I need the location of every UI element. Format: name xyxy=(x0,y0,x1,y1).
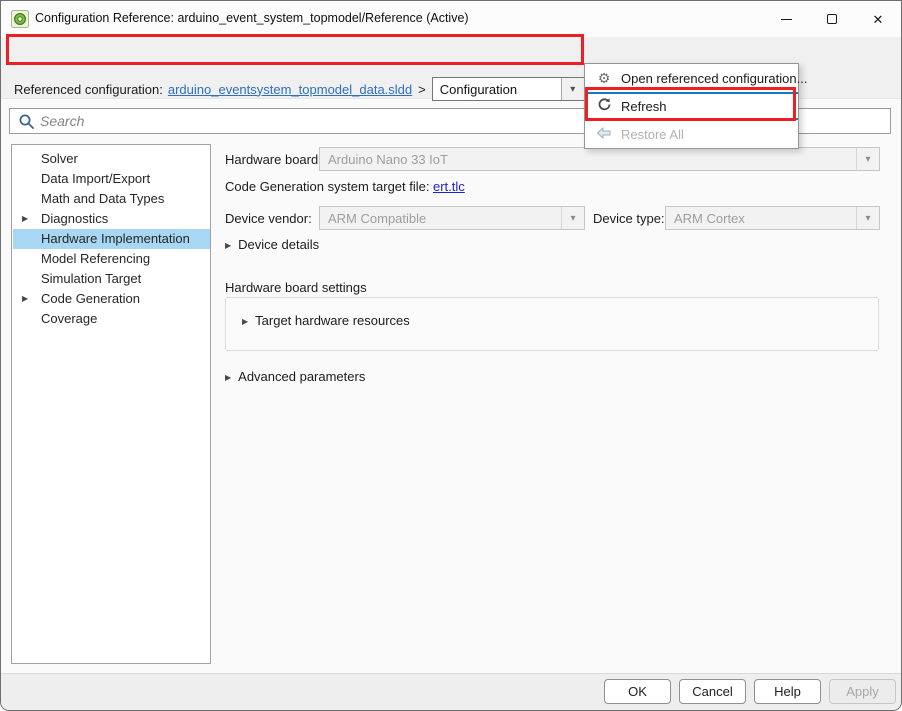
hardware-board-select[interactable]: Arduino Nano 33 IoT ▾ xyxy=(319,147,880,171)
tree-item-code-generation[interactable]: ▶Code Generation xyxy=(13,289,210,309)
device-vendor-value: ARM Compatible xyxy=(328,211,426,226)
device-type-select[interactable]: ARM Cortex ▾ xyxy=(665,206,880,230)
target-hardware-resources-expander[interactable]: ▶Target hardware resources xyxy=(242,313,410,328)
configuration-select-arrow[interactable]: ▾ xyxy=(561,78,584,100)
tree-item-solver[interactable]: Solver xyxy=(13,149,210,169)
configuration-reference-dialog: Configuration Reference: arduino_event_s… xyxy=(0,0,902,711)
referenced-configuration-row: Referenced configuration: arduino_events… xyxy=(14,77,585,101)
window-title: Configuration Reference: arduino_event_s… xyxy=(35,11,469,25)
tree-item-hardware-implementation[interactable]: Hardware Implementation xyxy=(13,229,210,249)
hardware-board-label: Hardware board: xyxy=(225,152,322,167)
expander-icon[interactable]: ▶ xyxy=(22,209,28,229)
restore-all-icon xyxy=(593,126,615,143)
tree-item-data-import-export[interactable]: Data Import/Export xyxy=(13,169,210,189)
tree-item-coverage[interactable]: Coverage xyxy=(13,309,210,329)
device-type-select-arrow[interactable]: ▾ xyxy=(856,207,879,229)
configuration-select-value: Configuration xyxy=(440,82,517,97)
tree-item-simulation-target[interactable]: Simulation Target xyxy=(13,269,210,289)
tree-item-diagnostics[interactable]: ▶Diagnostics xyxy=(13,209,210,229)
search-icon xyxy=(18,113,35,130)
configuration-select[interactable]: Configuration ▾ xyxy=(432,77,585,101)
referenced-configuration-label: Referenced configuration: xyxy=(14,82,163,97)
device-details-expander[interactable]: ▶Device details xyxy=(225,237,319,252)
cancel-button[interactable]: Cancel xyxy=(679,679,746,704)
simulink-config-icon xyxy=(11,10,29,28)
title-bar: Configuration Reference: arduino_event_s… xyxy=(1,1,901,37)
referenced-data-dictionary-link[interactable]: arduino_eventsystem_topmodel_data.sldd xyxy=(168,82,412,97)
footer-bar: OK Cancel Help Apply xyxy=(1,673,901,710)
chevron-down-icon: ▾ xyxy=(865,154,870,165)
menu-item-restore-all: Restore All xyxy=(585,120,798,148)
close-icon: ✕ xyxy=(873,13,884,26)
hardware-board-settings-label: Hardware board settings xyxy=(225,280,367,295)
device-vendor-select-arrow[interactable]: ▾ xyxy=(561,207,584,229)
refresh-icon xyxy=(593,97,615,115)
advanced-parameters-expander[interactable]: ▶Advanced parameters xyxy=(225,369,365,384)
maximize-button[interactable] xyxy=(809,1,855,37)
device-type-value: ARM Cortex xyxy=(674,211,745,226)
reference-actions-menu: ⚙ Open referenced configuration... Refre… xyxy=(584,63,799,149)
hardware-board-select-arrow[interactable]: ▾ xyxy=(856,148,879,170)
chevron-down-icon: ▾ xyxy=(865,213,870,224)
help-button[interactable]: Help xyxy=(754,679,821,704)
hardware-board-settings-group: ▶Target hardware resources xyxy=(225,297,879,351)
expander-icon[interactable]: ▶ xyxy=(22,289,28,309)
minimize-icon xyxy=(781,19,792,20)
apply-button: Apply xyxy=(829,679,896,704)
search-input[interactable] xyxy=(40,110,600,132)
minimize-button[interactable] xyxy=(763,1,809,37)
menu-item-open-referenced-configuration[interactable]: ⚙ Open referenced configuration... xyxy=(585,64,798,92)
breadcrumb-separator: > xyxy=(418,82,426,97)
window-controls: ✕ xyxy=(763,1,901,37)
device-vendor-select[interactable]: ARM Compatible ▾ xyxy=(319,206,585,230)
expander-icon: ▶ xyxy=(225,373,231,382)
hardware-board-value: Arduino Nano 33 IoT xyxy=(328,152,448,167)
close-button[interactable]: ✕ xyxy=(855,1,901,37)
chevron-down-icon: ▾ xyxy=(570,213,575,224)
device-type-label: Device type: xyxy=(593,211,665,226)
ert-tlc-link[interactable]: ert.tlc xyxy=(433,179,465,194)
ok-button[interactable]: OK xyxy=(604,679,671,704)
expander-icon: ▶ xyxy=(225,241,231,250)
gears-icon: ⚙ xyxy=(593,70,615,87)
chevron-down-icon: ▾ xyxy=(570,84,575,95)
tree-item-model-referencing[interactable]: Model Referencing xyxy=(13,249,210,269)
target-file-label: Code Generation system target file: xyxy=(225,179,430,194)
menu-item-refresh[interactable]: Refresh xyxy=(585,92,798,120)
expander-icon: ▶ xyxy=(242,317,248,326)
maximize-icon xyxy=(827,14,837,24)
device-vendor-label: Device vendor: xyxy=(225,211,312,226)
category-tree: Solver Data Import/Export Math and Data … xyxy=(11,144,211,664)
tree-item-math-and-data-types[interactable]: Math and Data Types xyxy=(13,189,210,209)
